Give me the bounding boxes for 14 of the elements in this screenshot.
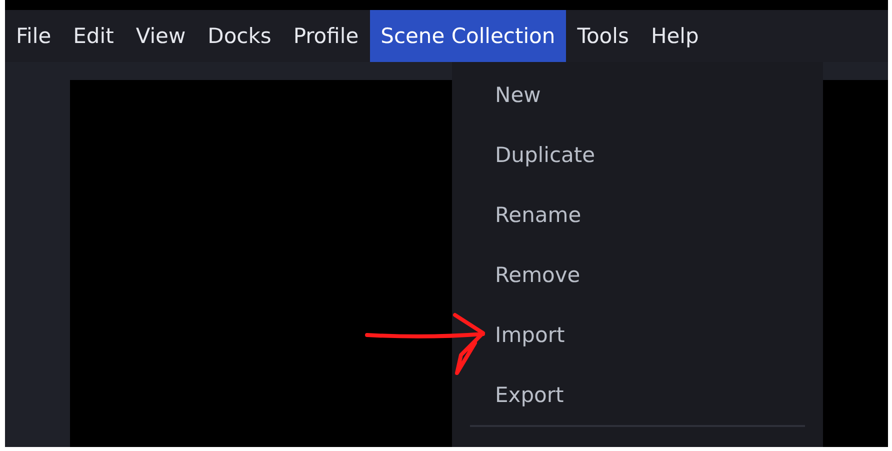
menu-item[interactable]: Scene Collection <box>370 10 566 62</box>
menu-item[interactable]: View <box>124 10 197 62</box>
menu-item[interactable]: File <box>5 10 62 62</box>
menu-option[interactable]: Duplicate <box>452 125 823 185</box>
menu-option[interactable]: Rename <box>452 185 823 245</box>
menu-option[interactable]: Import <box>452 305 823 365</box>
menu-item[interactable]: Help <box>640 10 710 62</box>
menu-option[interactable]: Remove <box>452 245 823 305</box>
menu-item[interactable]: Profile <box>282 10 370 62</box>
menu-option[interactable]: Export <box>452 365 823 425</box>
menu-item[interactable]: Tools <box>566 10 640 62</box>
menu-item[interactable]: Edit <box>62 10 125 62</box>
menu-option[interactable]: New <box>452 65 823 125</box>
menu-item[interactable]: Docks <box>196 10 282 62</box>
